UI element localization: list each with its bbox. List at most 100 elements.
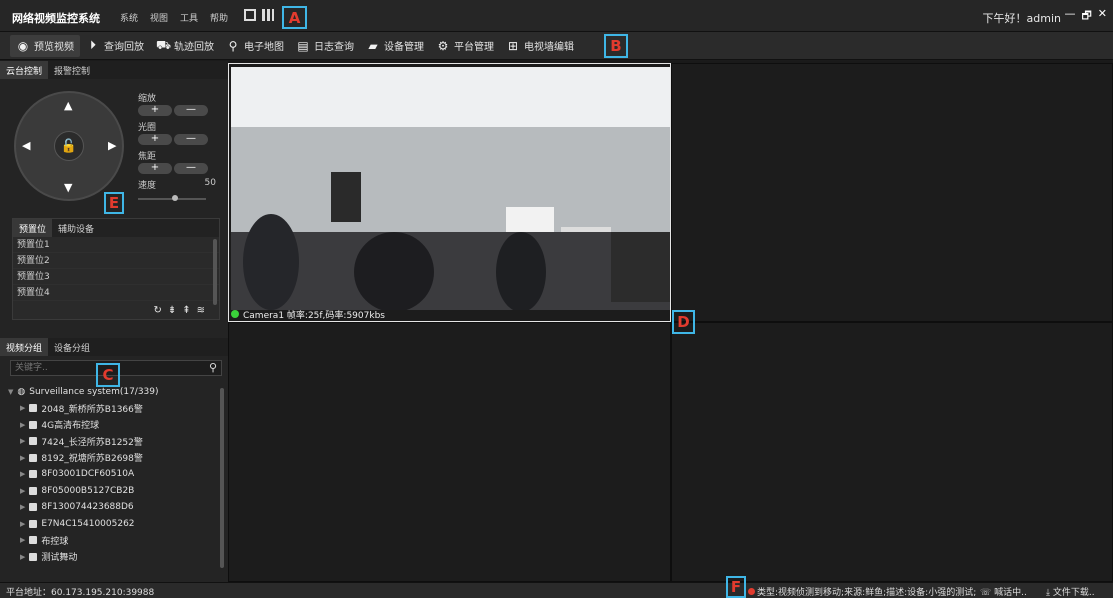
video-cell-3[interactable] <box>228 322 671 582</box>
minimize-icon[interactable]: — <box>1064 7 1075 26</box>
tree-device[interactable]: ▶ 4G高清布控球 <box>8 417 222 434</box>
device-icon <box>29 470 38 479</box>
arrow-right-icon[interactable]: ▶ <box>108 139 116 152</box>
tree-device[interactable]: ▶ E7N4C15410005262 <box>8 516 222 533</box>
search-icon[interactable]: ⚲ <box>209 361 217 374</box>
marker-b: B <box>604 34 628 58</box>
arrow-down-icon[interactable]: ▼ <box>64 181 72 194</box>
layout-icons <box>244 9 274 21</box>
tab-alarm-control[interactable]: 报警控制 <box>48 61 96 79</box>
video-cell-2[interactable] <box>671 63 1113 322</box>
tree-scrollbar[interactable] <box>220 388 224 568</box>
chevron-right-icon[interactable]: ▶ <box>20 520 25 528</box>
restore-icon[interactable]: 🗗 <box>1081 7 1091 26</box>
tool-log-query[interactable]: ▤ 日志查询 <box>290 35 360 57</box>
tool-preview-video[interactable]: ◉ 预览视频 <box>10 34 80 57</box>
platform-address: 平台地址：60.173.195.210:39988 <box>6 588 155 598</box>
video-cell-1[interactable]: Camera1 帧率:25f,码率:5907kbs <box>228 63 671 322</box>
tree-device[interactable]: ▶ 7424_长泾所苏B1252警 <box>8 433 222 450</box>
tool-label: 电视墙编辑 <box>524 42 574 53</box>
intercom-status[interactable]: ☏ 喊话中.. <box>980 585 1027 598</box>
menu-system[interactable]: 系统 <box>120 11 138 24</box>
focus-label: 焦距 <box>138 152 157 162</box>
preset-item[interactable]: 预置位2 <box>13 253 219 269</box>
iris-minus-button[interactable]: — <box>174 134 208 145</box>
tool-track-playback[interactable]: ⛟ 轨迹回放 <box>150 35 220 57</box>
set-preset-icon[interactable]: ⇟ <box>168 305 176 316</box>
playback-icon: ⏵ <box>89 38 96 52</box>
tree-device[interactable]: ▶ 布控球 <box>8 532 222 549</box>
tree-device[interactable]: ▶ 2048_新桥所苏B1366警 <box>8 400 222 417</box>
tab-device-groups[interactable]: 设备分组 <box>48 338 96 356</box>
tree-root[interactable]: ▼ ◍ Surveillance system(17/339) <box>8 384 222 400</box>
tv-wall-icon: ⊞ <box>507 38 519 53</box>
chevron-right-icon[interactable]: ▶ <box>20 454 25 462</box>
chevron-right-icon[interactable]: ▶ <box>20 470 25 478</box>
chevron-right-icon[interactable]: ▶ <box>20 536 25 544</box>
preset-item[interactable]: 预置位3 <box>13 269 219 285</box>
menu-tools[interactable]: 工具 <box>180 11 198 24</box>
speed-slider[interactable] <box>138 195 206 201</box>
call-preset-icon[interactable]: ⇞ <box>182 305 190 316</box>
chevron-right-icon[interactable]: ▶ <box>20 404 25 412</box>
file-download-status[interactable]: ⤓ 文件下载.. <box>1046 585 1095 598</box>
tool-device-management[interactable]: ▰ 设备管理 <box>360 35 430 57</box>
menu-view[interactable]: 视图 <box>150 11 168 24</box>
tool-tv-wall-edit[interactable]: ⊞ 电视墙编辑 <box>500 35 580 57</box>
zoom-minus-button[interactable]: — <box>174 105 208 116</box>
layers-icon[interactable]: ≋ <box>197 305 205 316</box>
tool-platform-management[interactable]: ⚙ 平台管理 <box>430 35 500 57</box>
chevron-right-icon[interactable]: ▶ <box>20 503 25 511</box>
device-label: 7424_长泾所苏B1252警 <box>41 437 143 448</box>
tool-label: 查询回放 <box>104 42 144 53</box>
ptz-direction-pad: ▲ ▼ ◀ ▶ 🔓 <box>14 91 124 201</box>
preview-icon: ◉ <box>17 38 29 53</box>
tree-device[interactable]: ▶ 8192_祝塘所苏B2698警 <box>8 450 222 467</box>
zoom-plus-button[interactable]: + <box>138 105 172 116</box>
speed-label: 速度 <box>138 181 157 191</box>
preset-scrollbar[interactable] <box>213 239 217 305</box>
tool-label: 设备管理 <box>384 42 424 53</box>
close-icon[interactable]: ✕ <box>1098 7 1107 26</box>
chevron-right-icon[interactable]: ▶ <box>20 421 25 429</box>
alarm-text: 类型:视频侦测到移动;来源:鲜鱼;描述:设备:小强的测试; <box>757 588 977 598</box>
tab-aux-devices[interactable]: 辅助设备 <box>52 219 100 237</box>
chevron-right-icon[interactable]: ▶ <box>20 553 25 561</box>
unlock-icon[interactable]: 🔓 <box>54 131 84 161</box>
tab-ptz-control[interactable]: 云台控制 <box>0 61 49 79</box>
chevron-right-icon[interactable]: ▶ <box>20 437 25 445</box>
device-label: 测试舞动 <box>41 553 78 564</box>
online-status-icon <box>231 310 239 318</box>
split-layout-icon[interactable] <box>262 9 274 21</box>
title-bar: 网络视频监控系统 系统 视图 工具 帮助 下午好！admin — 🗗 ✕ <box>0 0 1113 32</box>
tab-video-groups[interactable]: 视频分组 <box>0 338 49 356</box>
chevron-right-icon[interactable]: ▶ <box>20 487 25 495</box>
refresh-icon[interactable]: ↻ <box>153 305 161 316</box>
alarm-message[interactable]: 类型:视频侦测到移动;来源:鲜鱼;描述:设备:小强的测试; <box>748 585 976 598</box>
iris-plus-button[interactable]: + <box>138 134 172 145</box>
gear-icon: ⚙ <box>437 38 449 53</box>
tab-presets[interactable]: 预置位 <box>13 219 53 237</box>
device-icon <box>29 420 38 429</box>
video-cell-4[interactable] <box>671 322 1113 582</box>
fullscreen-icon[interactable] <box>244 9 256 21</box>
tool-e-map[interactable]: ⚲ 电子地图 <box>220 35 290 57</box>
tool-playback[interactable]: ⏵ 查询回放 <box>80 35 150 57</box>
preset-item[interactable]: 预置位1 <box>13 237 219 253</box>
video-grid: Camera1 帧率:25f,码率:5907kbs <box>228 61 1113 582</box>
slider-knob[interactable] <box>172 195 178 201</box>
globe-icon: ◍ <box>17 387 26 397</box>
tree-device[interactable]: ▶ 8F03001DCF60510A <box>8 466 222 483</box>
preset-item[interactable]: 预置位4 <box>13 285 219 301</box>
menu-help[interactable]: 帮助 <box>210 11 228 24</box>
focus-minus-button[interactable]: — <box>174 163 208 174</box>
tree-device[interactable]: ▶ 8F130074423688D6 <box>8 499 222 516</box>
arrow-left-icon[interactable]: ◀ <box>22 139 30 152</box>
expand-icon[interactable]: ▼ <box>8 388 13 396</box>
device-tree: ▼ ◍ Surveillance system(17/339) ▶ 2048_新桥… <box>8 384 222 565</box>
focus-plus-button[interactable]: + <box>138 163 172 174</box>
arrow-up-icon[interactable]: ▲ <box>64 99 72 112</box>
tree-device[interactable]: ▶ 测试舞动 <box>8 549 222 566</box>
tree-device[interactable]: ▶ 8F05000B5127CB2B <box>8 483 222 500</box>
zoom-label: 缩放 <box>138 94 157 104</box>
